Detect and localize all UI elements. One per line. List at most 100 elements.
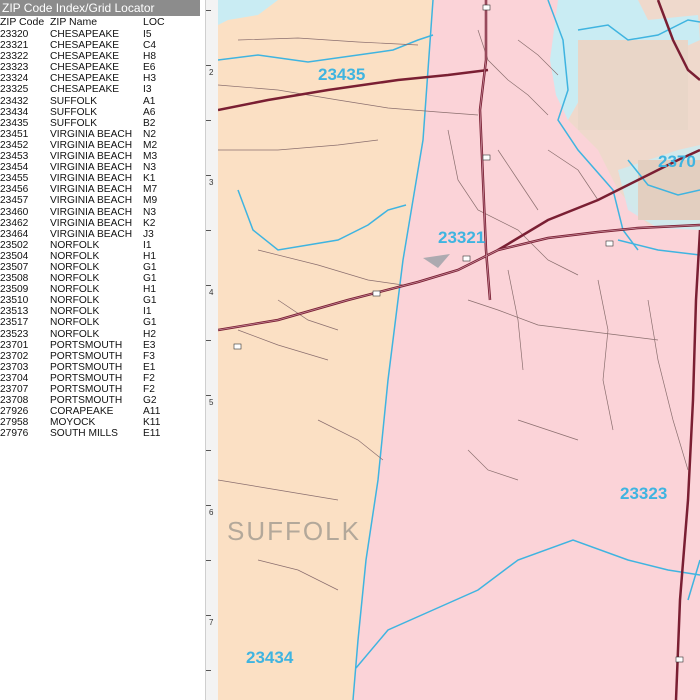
ruler-tick	[206, 120, 211, 121]
zip-index-row: 23509 NORFOLK H1	[0, 284, 200, 295]
zip-index-row: 23702 PORTSMOUTH F3	[0, 351, 200, 362]
grid-loc-cell: M2	[143, 139, 158, 151]
grid-loc-cell: J3	[143, 228, 154, 240]
grid-loc-cell: M9	[143, 195, 158, 207]
zip-code-cell: 23702	[0, 350, 29, 362]
zip-code-cell: 23464	[0, 228, 29, 240]
zip-index-row: 23452 VIRGINIA BEACH M2	[0, 140, 200, 151]
zip-index-row: 23322 CHESAPEAKE H8	[0, 51, 200, 62]
ruler-number: 7	[209, 618, 214, 627]
grid-loc-cell: A11	[143, 406, 161, 418]
zip-index-row: 23434 SUFFOLK A6	[0, 107, 200, 118]
zip-index-row: 23464 VIRGINIA BEACH J3	[0, 229, 200, 240]
grid-loc-cell: F2	[143, 372, 155, 384]
zip-code-cell: 23325	[0, 84, 29, 96]
zip-code-cell: 23455	[0, 173, 29, 185]
grid-loc-cell: G2	[143, 395, 157, 407]
grid-loc-cell: G1	[143, 273, 157, 285]
zip-code-cell: 23523	[0, 328, 29, 340]
zip-name-cell: NORFOLK	[50, 261, 100, 273]
zip-code-cell: 23509	[0, 284, 29, 296]
zip-code-cell: 23510	[0, 295, 29, 307]
zip-name-cell: CHESAPEAKE	[50, 29, 120, 40]
grid-loc-cell: H2	[143, 328, 157, 340]
ruler-tick	[206, 10, 211, 11]
zip-name-cell: VIRGINIA BEACH	[50, 217, 133, 229]
ruler-number: 5	[209, 398, 214, 407]
zip-code-cell: 27958	[0, 417, 29, 429]
zip-code-cell: 23321	[0, 40, 29, 52]
zip-name-cell: MOYOCK	[50, 417, 96, 429]
zip-code-cell: 23457	[0, 195, 29, 207]
zip-index-row: 23523 NORFOLK H2	[0, 329, 200, 340]
zip-index-row: 23324 CHESAPEAKE H3	[0, 73, 200, 84]
ruler-tick	[206, 65, 211, 66]
zip-index-row: 23462 VIRGINIA BEACH K2	[0, 218, 200, 229]
index-title: ZIP Code Index/Grid Locator	[0, 0, 200, 16]
ruler-tick	[206, 670, 211, 671]
ruler-tick	[206, 175, 211, 176]
grid-loc-cell: K1	[143, 173, 156, 185]
zip-index-row: 23708 PORTSMOUTH G2	[0, 395, 200, 406]
zip-label-23321: 23321	[438, 228, 486, 247]
zip-name-cell: CORAPEAKE	[50, 406, 114, 418]
zip-name-cell: NORFOLK	[50, 239, 100, 251]
zip-name-cell: SUFFOLK	[50, 106, 97, 118]
zip-name-cell: PORTSMOUTH	[50, 361, 123, 373]
zip-name-cell: CHESAPEAKE	[50, 40, 120, 52]
zip-index-row: 23323 CHESAPEAKE E6	[0, 62, 200, 73]
zip-code-cell: 23707	[0, 384, 29, 395]
zip-index-panel: ZIP Code Index/Grid Locator ZIP Code ZIP…	[0, 0, 200, 700]
zip-name-cell: VIRGINIA BEACH	[50, 128, 133, 140]
zip-code-cell: 23513	[0, 306, 29, 318]
zip-name-cell: VIRGINIA BEACH	[50, 173, 133, 185]
col-loc-header: LOC	[143, 16, 165, 28]
grid-loc-cell: A1	[143, 95, 156, 107]
zip-index-row: 23460 VIRGINIA BEACH N3	[0, 207, 200, 218]
zip-index-row: 23507 NORFOLK G1	[0, 262, 200, 273]
zip-name-cell: SUFFOLK	[50, 95, 97, 107]
city-label-suffolk: SUFFOLK	[227, 516, 361, 546]
zip-code-cell: 27926	[0, 406, 29, 418]
zip-code-cell: 23704	[0, 372, 29, 384]
zip-name-cell: NORFOLK	[50, 295, 100, 307]
zip-name-cell: VIRGINIA BEACH	[50, 162, 133, 174]
grid-loc-cell: I1	[143, 306, 152, 318]
zip-code-cell: 23434	[0, 106, 29, 118]
zip-name-cell: PORTSMOUTH	[50, 395, 123, 407]
zip-code-cell: 23322	[0, 51, 29, 63]
grid-loc-cell: A6	[143, 106, 156, 118]
zip-name-cell: VIRGINIA BEACH	[50, 139, 133, 151]
zip-name-cell: CHESAPEAKE	[50, 62, 120, 74]
zip-name-cell: VIRGINIA BEACH	[50, 195, 133, 207]
grid-loc-cell: E1	[143, 361, 156, 373]
ruler-number: 4	[209, 288, 214, 297]
zip-code-cell: 23517	[0, 317, 29, 329]
zip-code-cell: 23508	[0, 273, 29, 285]
zip-index-row: 27926 CORAPEAKE A11	[0, 406, 200, 417]
zip-name-cell: VIRGINIA BEACH	[50, 228, 133, 240]
zip-code-cell: 23504	[0, 250, 29, 262]
zip-code-cell: 23432	[0, 95, 29, 107]
ruler-tick	[206, 615, 211, 616]
zip-code-cell: 23460	[0, 206, 29, 218]
grid-loc-cell: E6	[143, 62, 156, 74]
ruler-tick	[206, 505, 211, 506]
grid-loc-cell: I3	[143, 84, 152, 96]
zip-index-row: 23704 PORTSMOUTH F2	[0, 373, 200, 384]
zip-code-cell: 23435	[0, 117, 29, 129]
col-zip-header: ZIP Code	[0, 16, 45, 28]
map-canvas	[218, 0, 700, 700]
zip-code-cell: 23320	[0, 29, 29, 40]
zip-index-row: 23325 CHESAPEAKE I3	[0, 84, 200, 95]
zip-index-row: 23707 PORTSMOUTH F2	[0, 384, 200, 395]
zip-index-row: 23435 SUFFOLK B2	[0, 118, 200, 129]
zip-name-cell: PORTSMOUTH	[50, 350, 123, 362]
grid-loc-cell: B2	[143, 117, 156, 129]
zip-index-row: 23455 VIRGINIA BEACH K1	[0, 173, 200, 184]
grid-loc-cell: G1	[143, 295, 157, 307]
zip-name-cell: SUFFOLK	[50, 117, 97, 129]
zip-index-row: 23457 VIRGINIA BEACH M9	[0, 195, 200, 206]
ruler-tick	[206, 560, 211, 561]
zip-label-2370x: 2370	[658, 152, 696, 171]
